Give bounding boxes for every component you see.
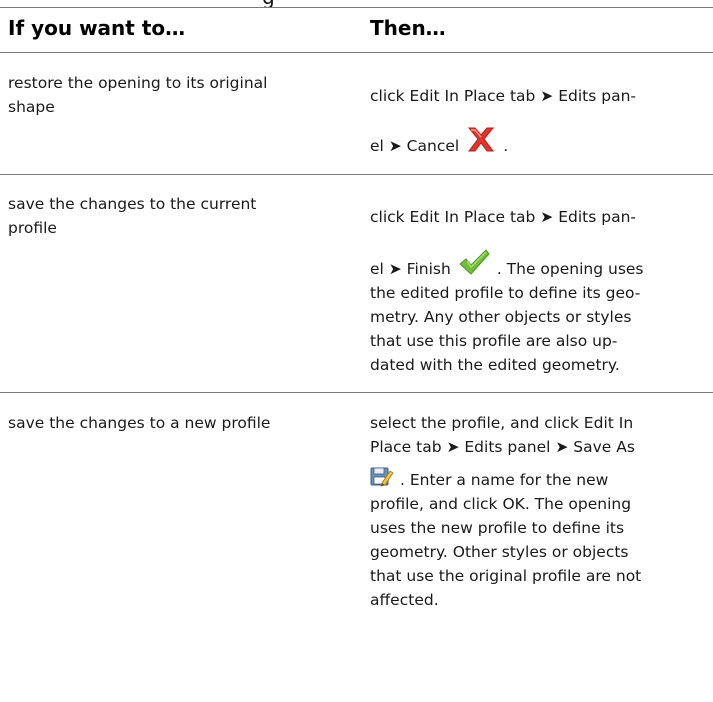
row-2-then-icon-line: el ➤ Finish . The opening uses <box>370 248 705 281</box>
row-3-then-line-2: Place tab ➤ Edits panel ➤ Save As <box>370 438 635 456</box>
row-3-then-line-5: uses the new profile to define its <box>370 519 625 537</box>
table-row-1-want: restore the opening to its original shap… <box>8 71 348 119</box>
header-rule <box>0 52 713 53</box>
table-row-2-want: save the changes to the current profile <box>8 192 348 240</box>
row-3-then-icon-line-after: . Enter a name for the new <box>400 471 609 489</box>
row-2-then-line-4: metry. Any other objects or styles <box>370 308 632 326</box>
row-1-rule <box>0 174 713 175</box>
row-2-want-line-1: save the changes to the current <box>8 195 257 213</box>
column-header-if-you-want: If you want to… <box>8 16 186 40</box>
row-2-then-line-5: that use this profile are also up- <box>370 332 618 350</box>
row-3-then-line-7: that use the original profile are not <box>370 567 642 585</box>
row-3-want-line-1: save the changes to a new profile <box>8 414 271 432</box>
row-2-then-line-1: click Edit In Place tab ➤ Edits pan- <box>370 208 636 226</box>
row-3-then-icon-line: . Enter a name for the new <box>370 465 705 492</box>
clipped-top-text: g <box>0 0 713 7</box>
row-1-then-icon-line-after: . <box>503 137 509 155</box>
row-1-then-icon-line-before: el ➤ Cancel <box>370 137 460 155</box>
row-2-then-line-3: the edited profile to define its geo- <box>370 284 641 302</box>
row-1-want-line-1: restore the opening to its original <box>8 74 268 92</box>
row-2-rule <box>0 392 713 393</box>
row-2-want-line-2: profile <box>8 219 57 237</box>
row-3-then-line-8: affected. <box>370 591 439 609</box>
table-row-3-then: select the profile, and click Edit In Pl… <box>370 411 705 612</box>
table-row-3-want: save the changes to a new profile <box>8 411 348 435</box>
table-row-2-then: click Edit In Place tab ➤ Edits pan- el … <box>370 205 705 377</box>
row-2-then-line-6: dated with the edited geometry. <box>370 356 620 374</box>
table-row-1-then: click Edit In Place tab ➤ Edits pan- el … <box>370 84 705 158</box>
row-1-then-icon-line: el ➤ Cancel . <box>370 125 705 158</box>
row-2-then-icon-line-after: . The opening uses <box>496 260 644 278</box>
cancel-x-icon <box>465 125 497 155</box>
table-top-rule <box>0 7 713 8</box>
row-1-then-line-1: click Edit In Place tab ➤ Edits pan- <box>370 87 636 105</box>
row-3-then-line-4: profile, and click OK. The opening <box>370 495 632 513</box>
row-2-then-icon-line-before: el ➤ Finish <box>370 260 451 278</box>
column-header-then: Then… <box>370 16 446 40</box>
finish-check-icon <box>457 248 491 278</box>
row-1-want-line-2: shape <box>8 98 55 116</box>
row-3-then-line-6: geometry. Other styles or objects <box>370 543 629 561</box>
save-as-icon <box>370 465 394 489</box>
row-3-then-line-1: select the profile, and click Edit In <box>370 414 634 432</box>
